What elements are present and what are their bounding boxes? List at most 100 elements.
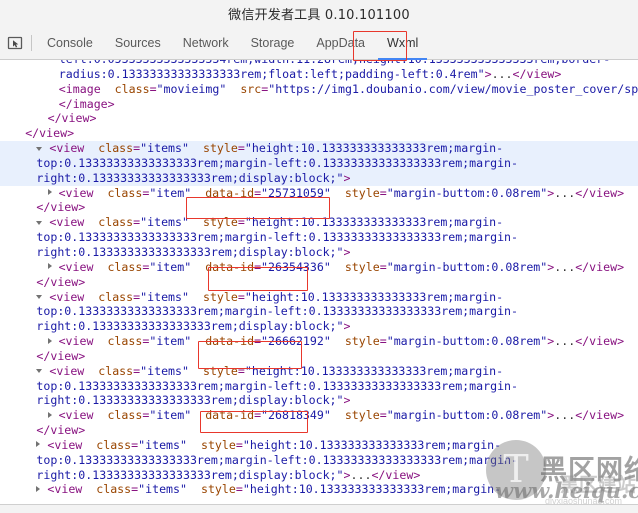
code-token-vl: top:0.13333333333333333rem;margin-left:0… <box>36 230 519 245</box>
code-token-tg: <image <box>58 81 101 96</box>
code-token-tg: </view> <box>36 348 86 363</box>
code-token-tx: ... <box>350 467 372 482</box>
code-line[interactable]: top:0.13333333333333333rem;margin-left:0… <box>0 304 638 319</box>
code-line[interactable]: left:0.05333333333333334rem;width:11.28r… <box>0 60 638 67</box>
code-token-vl: "item" <box>149 408 192 423</box>
wxml-tree-panel[interactable]: left:0.05333333333333334rem;width:11.28r… <box>0 60 638 505</box>
code-token-vl: top:0.13333333333333333rem;margin-left:0… <box>36 155 519 170</box>
code-token-tg: = <box>235 437 243 452</box>
code-line[interactable]: <view class="item" data-id="26662192" st… <box>0 334 638 349</box>
code-line[interactable]: <view class="items" style="height:10.133… <box>0 141 638 156</box>
code-token-vl: "height:10.133333333333333rem;margin- <box>242 437 502 452</box>
tab-appdata[interactable]: AppData <box>305 27 376 60</box>
code-line[interactable]: <view class="item" data-id="26818349" st… <box>0 408 638 423</box>
code-token-vl: "item" <box>149 334 192 349</box>
code-token-vl: "margin-buttom:0.08rem" <box>386 185 548 200</box>
code-line[interactable]: <view class="items" style="height:10.133… <box>0 364 638 379</box>
code-token-vl: "height:10.133333333333333rem;margin- <box>244 141 504 156</box>
code-line[interactable]: <view class="items" style="height:10.133… <box>0 438 638 453</box>
code-line[interactable]: <view class="items" style="height:10.133… <box>0 215 638 230</box>
code-token-at: data-id <box>191 185 255 200</box>
code-token-vl: "items" <box>140 141 190 156</box>
code-token-tg: <view <box>49 289 85 304</box>
code-line[interactable]: </view> <box>0 126 638 141</box>
code-token-tg: = <box>379 408 387 423</box>
tab-console-label: Console <box>47 36 93 50</box>
code-line[interactable]: <view class="item" data-id="26354336" st… <box>0 260 638 275</box>
code-line[interactable]: <view class="items" style="height:10.133… <box>0 290 638 305</box>
tab-storage[interactable]: Storage <box>240 27 306 60</box>
code-line[interactable]: top:0.13333333333333333rem;margin-left:0… <box>0 230 638 245</box>
code-gap <box>52 334 59 348</box>
disclosure-triangle-collapsed-icon[interactable] <box>47 263 52 270</box>
disclosure-triangle-collapsed-icon[interactable] <box>47 337 52 344</box>
disclosure-triangle-collapsed-icon[interactable] <box>47 189 52 196</box>
tab-network[interactable]: Network <box>172 27 240 60</box>
code-token-at: class <box>84 289 134 304</box>
wxml-code-lines: left:0.05333333333333334rem;width:11.28r… <box>0 60 638 497</box>
code-line[interactable]: </view> <box>0 423 638 438</box>
disclosure-triangle-collapsed-icon[interactable] <box>47 411 52 418</box>
code-token-at: class <box>82 437 132 452</box>
code-line[interactable]: top:0.13333333333333333rem;margin-left:0… <box>0 155 638 171</box>
code-line[interactable]: </view> <box>0 200 638 215</box>
code-token-tx: ... <box>554 185 576 200</box>
code-line[interactable]: <view class="item" data-id="25731059" st… <box>0 186 638 201</box>
code-token-vl: "https://img1.doubanio.com/view/movie_po… <box>268 81 638 96</box>
code-token-at: style <box>330 334 380 349</box>
code-token-tg: > <box>343 319 351 334</box>
code-line[interactable]: <image class="movieimg" src="https://img… <box>0 82 638 97</box>
devtools-tabs: Console Sources Network Storage AppData … <box>36 27 429 60</box>
code-line[interactable]: right:0.13333333333333333rem;display:blo… <box>0 319 638 334</box>
code-token-vl: right:0.13333333333333333rem;display:blo… <box>36 319 344 334</box>
code-token-at: style <box>189 215 238 230</box>
code-line[interactable]: <view class="items" style="height:10.133… <box>0 482 638 497</box>
code-line[interactable]: </view> <box>0 349 638 364</box>
code-token-tg: </image> <box>58 96 115 111</box>
tab-console[interactable]: Console <box>36 27 104 60</box>
code-token-tx: ... <box>554 334 576 349</box>
code-line[interactable]: </view> <box>0 275 638 290</box>
code-token-at: data-id <box>191 334 255 349</box>
code-token-tg: </view> <box>47 111 97 126</box>
code-token-vl: top:0.13333333333333333rem;margin-left:0… <box>36 452 519 467</box>
code-token-tg: </view> <box>575 259 625 274</box>
code-token-vl: "items" <box>140 289 190 304</box>
code-token-tg: <view <box>58 259 94 274</box>
tab-sources[interactable]: Sources <box>104 27 172 60</box>
code-token-tg: <view <box>47 482 83 497</box>
code-line[interactable]: right:0.13333333333333333rem;display:blo… <box>0 245 638 260</box>
code-token-at: data-id <box>191 259 255 274</box>
code-token-at: class <box>93 408 143 423</box>
code-token-tg: </view> <box>25 126 75 141</box>
code-line[interactable]: right:0.13333333333333333rem;display:blo… <box>0 468 638 483</box>
code-token-tg: = <box>379 185 387 200</box>
code-line[interactable]: top:0.13333333333333333rem;margin-left:0… <box>0 453 638 468</box>
code-token-at: class <box>84 363 134 378</box>
code-token-tg: > <box>343 393 351 408</box>
code-line[interactable]: right:0.13333333333333333rem;display:blo… <box>0 170 638 186</box>
code-token-tg: </view> <box>36 423 86 438</box>
code-token-tg: = <box>379 259 387 274</box>
code-line[interactable]: radius:0.13333333333333333rem;float:left… <box>0 67 638 82</box>
code-token-at: class <box>93 334 143 349</box>
inspect-element-button[interactable] <box>0 27 30 60</box>
devtools-tabstrip: Console Sources Network Storage AppData … <box>0 27 638 60</box>
code-line[interactable]: right:0.13333333333333333rem;display:blo… <box>0 393 638 408</box>
code-token-vl: "items" <box>138 482 188 497</box>
code-line[interactable]: </image> <box>0 97 638 112</box>
code-token-vl: "height:10.133333333333333rem;margin- <box>242 482 502 497</box>
window-titlebar: 微信开发者工具 0.10.101100 <box>0 0 638 27</box>
devtools-window: 微信开发者工具 0.10.101100 Console Sources Netw… <box>0 0 638 513</box>
code-token-tx: ... <box>554 408 576 423</box>
code-token-tg: > <box>343 467 351 482</box>
code-line[interactable]: </view> <box>0 111 638 126</box>
code-token-vl: "items" <box>138 437 188 452</box>
code-line[interactable]: top:0.13333333333333333rem;margin-left:0… <box>0 379 638 394</box>
code-token-at: class <box>82 482 132 497</box>
code-token-vl: "height:10.133333333333333rem;margin- <box>244 289 504 304</box>
code-token-vl: "movieimg" <box>156 81 227 96</box>
tab-wxml[interactable]: Wxml <box>376 27 429 60</box>
code-token-tg: </view> <box>575 334 625 349</box>
code-token-tg: = <box>379 334 387 349</box>
